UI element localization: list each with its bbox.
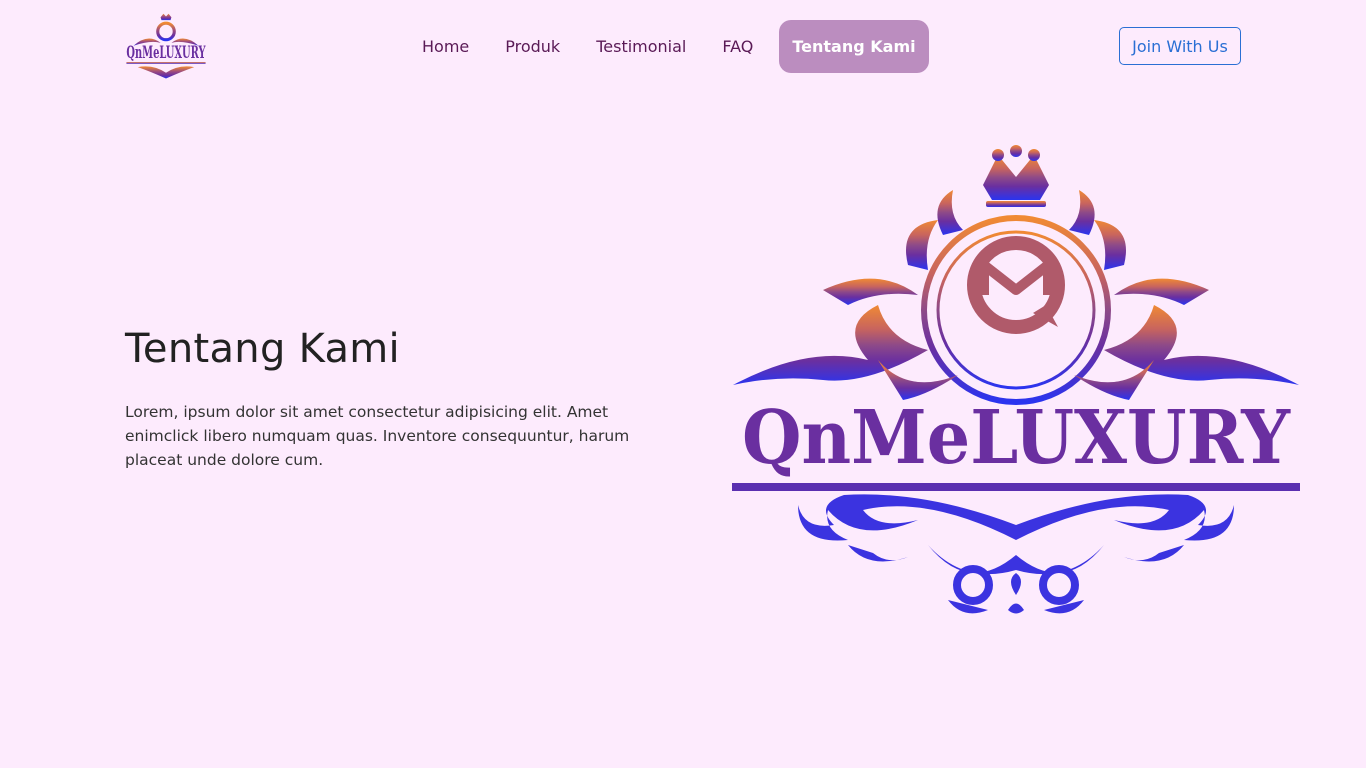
emblem-wordmark: QnMeLUXURY <box>742 395 1291 481</box>
nav-tentang-kami[interactable]: Tentang Kami <box>779 20 929 73</box>
brand-emblem: QnMeLUXURY <box>732 145 1300 614</box>
monogram-icon <box>967 236 1065 334</box>
navbar: QnMeLUXURY Home Produk Testimonial FAQ T… <box>0 0 1366 92</box>
svg-text:QnMeLUXURY: QnMeLUXURY <box>126 42 206 62</box>
nav-produk[interactable]: Produk <box>487 20 578 73</box>
emblem-ring-inner <box>936 230 1096 390</box>
main-nav: Home Produk Testimonial FAQ Tentang Kami <box>404 20 929 73</box>
ornament-flourish-bottom <box>798 494 1234 614</box>
nav-faq[interactable]: FAQ <box>704 20 771 73</box>
emblem-divider <box>732 483 1300 491</box>
join-with-us-button[interactable]: Join With Us <box>1119 27 1241 65</box>
crown-icon <box>983 145 1049 207</box>
nav-home[interactable]: Home <box>404 20 487 73</box>
ornament-flourish-sides <box>733 278 1299 400</box>
nav-testimonial[interactable]: Testimonial <box>578 20 704 73</box>
page-title: Tentang Kami <box>125 326 400 372</box>
brand-logo[interactable]: QnMeLUXURY <box>125 12 207 82</box>
about-description: Lorem, ipsum dolor sit amet consectetur … <box>125 403 630 469</box>
